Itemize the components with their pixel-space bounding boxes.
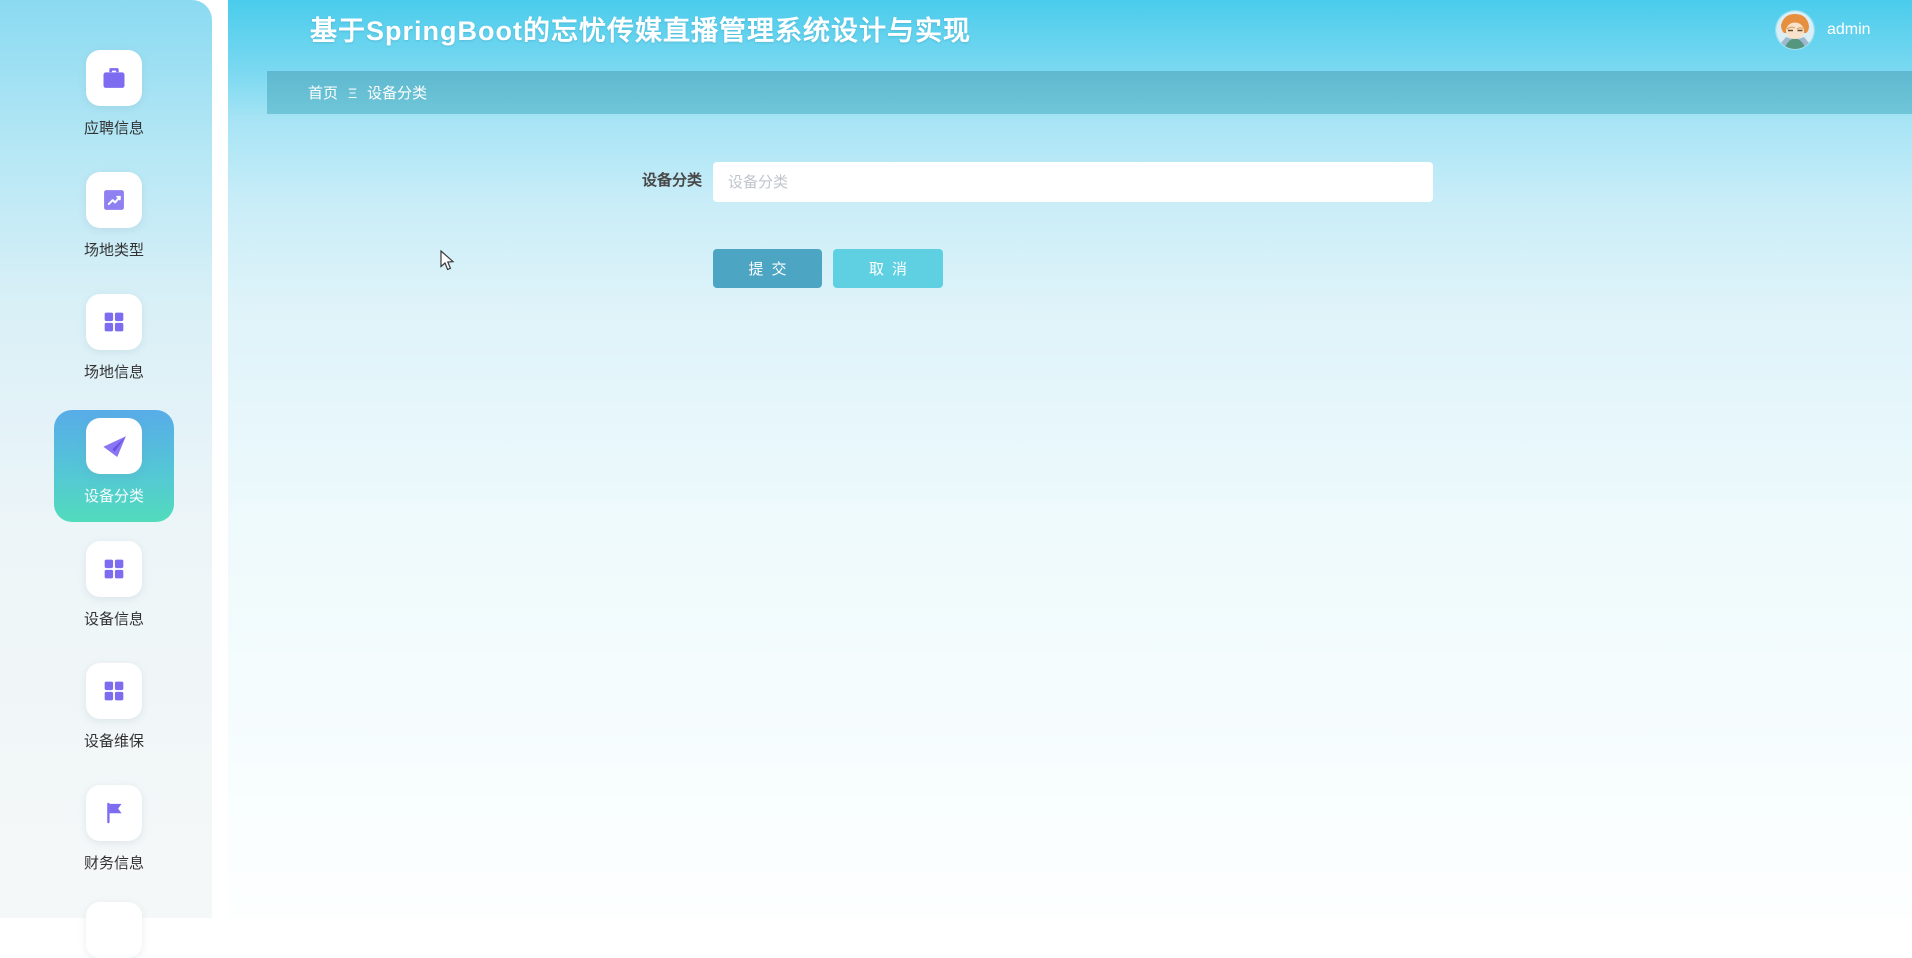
breadcrumb-current: 设备分类 [367,85,428,102]
sidebar-item-label: 设备分类 [83,488,144,505]
page-background [0,0,1912,918]
trend-chart-icon [86,172,142,228]
grid-icon [86,663,142,719]
sidebar-item-label: 应聘信息 [83,120,144,137]
cancel-button[interactable]: 取消 [833,249,943,288]
submit-button[interactable]: 提交 [713,249,822,288]
avatar[interactable] [1776,11,1814,49]
sidebar-item-device-maintenance[interactable]: 设备维保 [0,663,228,751]
sidebar-item-label: 场地类型 [83,242,144,259]
flag-icon [86,785,142,841]
sidebar-item-label: 设备维保 [83,733,144,750]
username-label: admin [1827,21,1871,38]
grid-icon [86,294,142,350]
device-category-label: 设备分类 [641,172,702,189]
grid-icon [86,541,142,597]
sidebar-item-partial [86,902,142,958]
mouse-cursor [440,249,460,277]
sidebar-item-recruit-info[interactable]: 应聘信息 [0,50,228,138]
device-category-input[interactable] [713,162,1433,202]
breadcrumb-home-link[interactable]: 首页 [308,82,338,103]
page-title: 基于SpringBoot的忘忧传媒直播管理系统设计与实现 [310,16,971,46]
sidebar-item-venue-info[interactable]: 场地信息 [0,294,228,382]
sidebar-item-label: 财务信息 [83,855,144,872]
sidebar-item-label: 场地信息 [83,364,144,381]
sidebar-item-device-category[interactable]: 设备分类 [54,410,174,522]
breadcrumb-separator-icon: Ξ [348,84,358,101]
sidebar-item-finance-info[interactable]: 财务信息 [0,785,228,873]
sidebar-item-label: 设备信息 [83,611,144,628]
sidebar-item-device-info[interactable]: 设备信息 [0,541,228,629]
paper-plane-icon [86,418,142,474]
sidebar-item-venue-type[interactable]: 场地类型 [0,172,228,260]
breadcrumb: 首页 Ξ 设备分类 [267,71,1912,114]
user-area[interactable]: admin [1776,11,1871,49]
briefcase-icon [86,50,142,106]
